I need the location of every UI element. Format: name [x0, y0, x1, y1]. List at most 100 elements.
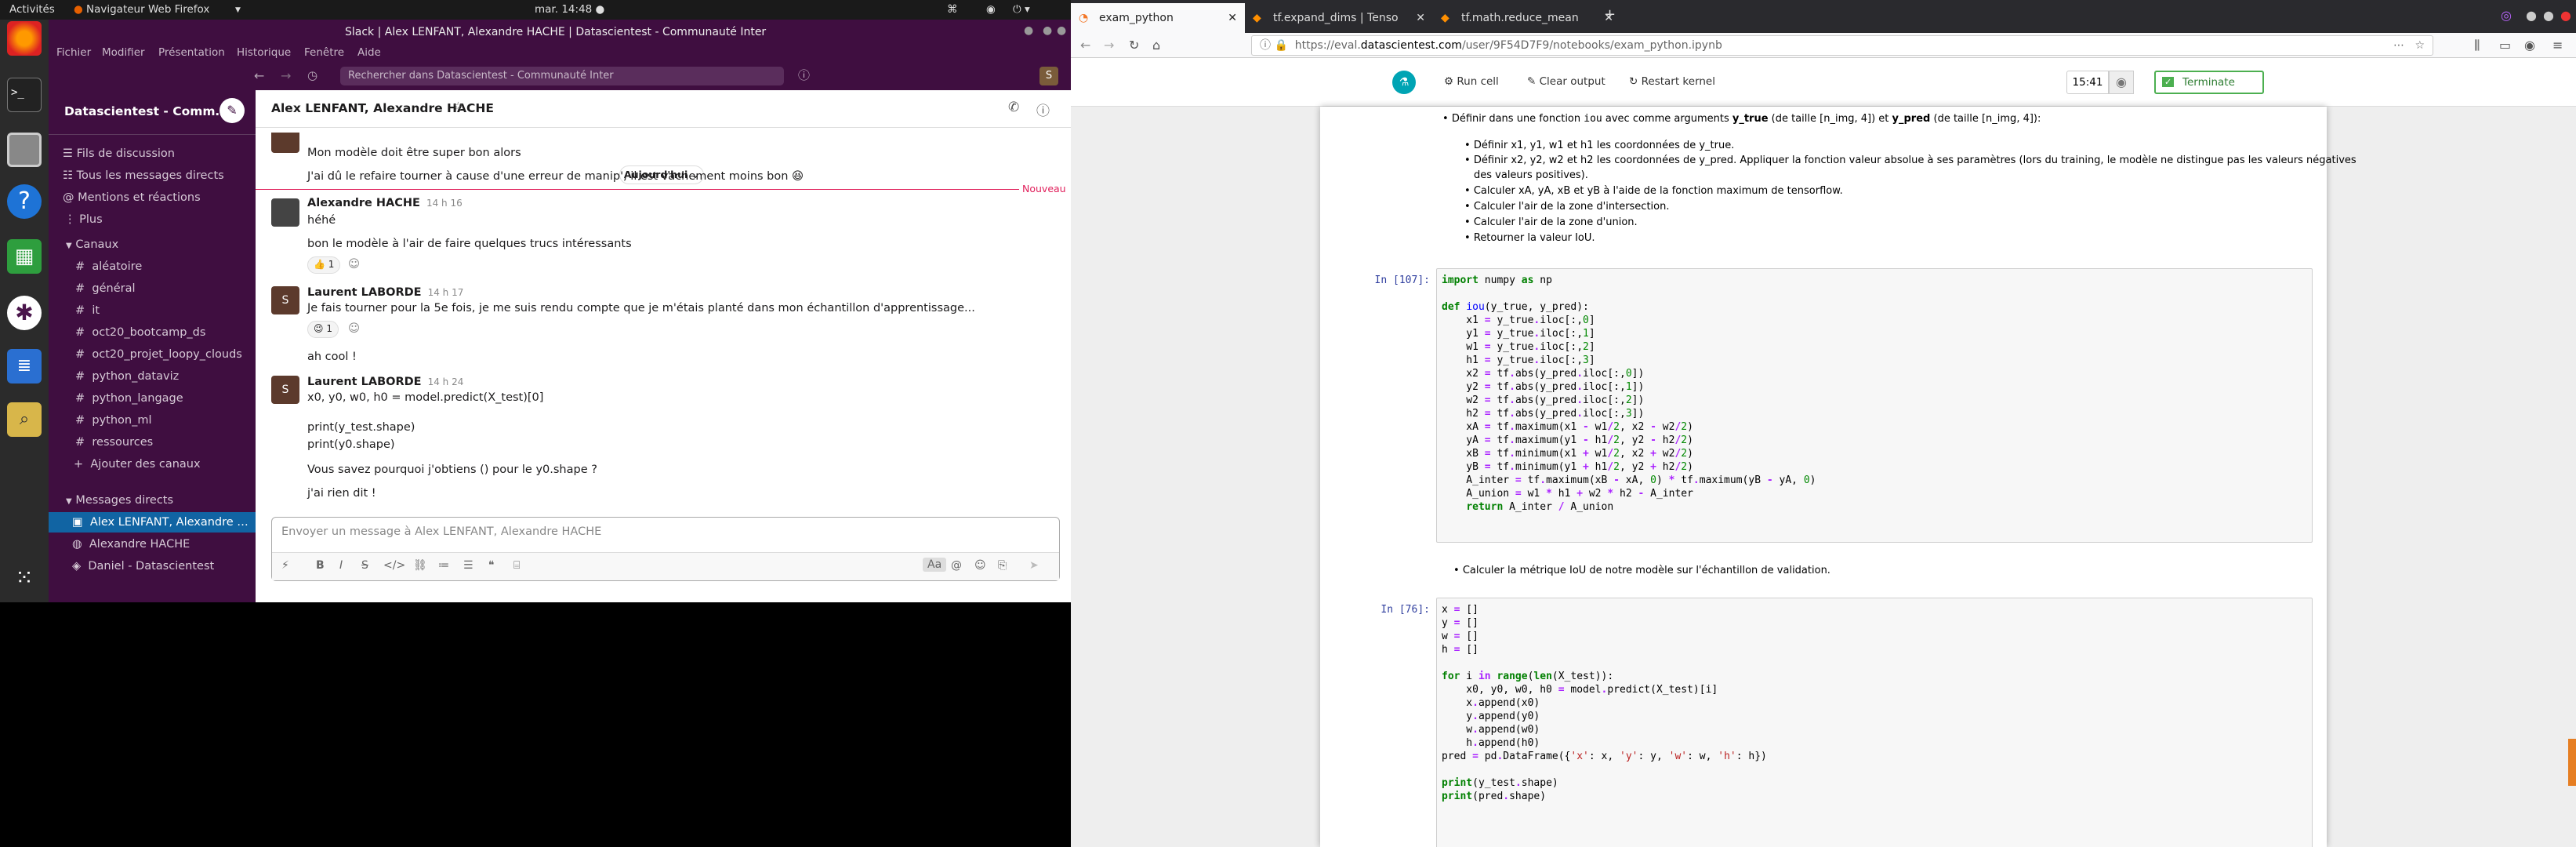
- avatar[interactable]: S: [271, 286, 299, 314]
- code-cell[interactable]: import numpy as np def iou(y_true, y_pre…: [1436, 268, 2313, 543]
- avatar[interactable]: [271, 133, 299, 153]
- star-icon[interactable]: ☆: [453, 100, 463, 113]
- message-time[interactable]: 14 h 17: [428, 287, 464, 298]
- dm-item-active[interactable]: ▣ Alex LENFANT, Alexandre …: [49, 512, 256, 533]
- compose-icon[interactable]: ✎: [220, 98, 245, 123]
- link-icon[interactable]: ⛓: [413, 559, 427, 572]
- reaction-pill[interactable]: 😉 1: [307, 321, 339, 338]
- emoji-icon[interactable]: ☺: [974, 559, 986, 572]
- app-menu[interactable]: Navigateur Web Firefox: [86, 3, 209, 16]
- bullet-list-icon[interactable]: ☰: [463, 559, 473, 572]
- activities-button[interactable]: Activités: [9, 3, 55, 16]
- reload-icon[interactable]: ↻: [1129, 38, 1139, 53]
- help-icon[interactable]: ⓘ: [798, 67, 810, 83]
- message-author[interactable]: Alexandre HACHE: [307, 197, 420, 209]
- channel-item[interactable]: # python_langage: [49, 388, 256, 409]
- format-toggle[interactable]: Aa: [923, 558, 947, 572]
- strike-icon[interactable]: S: [361, 559, 368, 572]
- channels-header[interactable]: ▼ Canaux: [49, 234, 256, 255]
- viewer-launcher-icon[interactable]: ⌕: [7, 402, 42, 437]
- url-bar[interactable]: ⓘ 🔒 https://eval.datascientest.com/user/…: [1251, 35, 2433, 56]
- maximize-icon[interactable]: ●: [2543, 8, 2554, 23]
- channel-item[interactable]: # python_ml: [49, 410, 256, 431]
- channel-item[interactable]: # général: [49, 278, 256, 299]
- menu-history[interactable]: Historique: [237, 46, 291, 59]
- new-tab-icon[interactable]: +: [1604, 6, 1616, 23]
- message-composer[interactable]: Envoyer un message à Alex LENFANT, Alexa…: [271, 517, 1060, 581]
- tab[interactable]: ◆ tf.expand_dims | Tenso ✕: [1245, 3, 1433, 33]
- search-input[interactable]: Rechercher dans Datascientest - Communau…: [340, 67, 784, 85]
- channel-item[interactable]: # it: [49, 300, 256, 321]
- menu-window[interactable]: Fenêtre: [304, 46, 344, 59]
- clock[interactable]: mar. 14:48 ●: [535, 3, 604, 16]
- minimize-icon[interactable]: ●: [2526, 8, 2537, 23]
- bold-icon[interactable]: B: [316, 559, 325, 572]
- terminate-button[interactable]: ✓ Terminate: [2154, 71, 2264, 94]
- shortcuts-icon[interactable]: ⚡: [281, 559, 289, 572]
- forward-icon[interactable]: →: [1104, 38, 1114, 53]
- close-icon[interactable]: ●: [1057, 24, 1066, 37]
- restart-kernel-button[interactable]: ↻ Restart kernel: [1629, 75, 1715, 88]
- minimize-icon[interactable]: ●: [1024, 24, 1033, 37]
- message-author[interactable]: Laurent LABORDE: [307, 376, 422, 388]
- menu-file[interactable]: Fichier: [56, 46, 91, 59]
- accessibility-icon[interactable]: ◉: [986, 3, 996, 16]
- scroll-indicator[interactable]: [2568, 739, 2576, 786]
- add-reaction-icon[interactable]: ☺: [348, 258, 360, 271]
- close-tab-icon[interactable]: ✕: [1228, 3, 1237, 33]
- slack-launcher-icon[interactable]: ✱: [7, 296, 42, 330]
- nav-all-dms[interactable]: ☷ Tous les messages directs: [49, 165, 256, 186]
- avatar[interactable]: S: [271, 376, 299, 404]
- back-icon[interactable]: ←: [1080, 38, 1090, 53]
- run-cell-button[interactable]: ⚙ Run cell: [1444, 75, 1499, 88]
- nav-threads[interactable]: ☰ Fils de discussion: [49, 144, 256, 164]
- dm-header[interactable]: ▼ Messages directs: [49, 490, 256, 511]
- tab[interactable]: ◆ tf.math.reduce_mean ✕: [1433, 3, 1621, 33]
- forward-icon[interactable]: →: [281, 68, 291, 83]
- writer-launcher-icon[interactable]: ≣: [7, 349, 42, 384]
- menu-view[interactable]: Présentation: [158, 46, 225, 59]
- back-icon[interactable]: ←: [254, 68, 264, 83]
- avatar[interactable]: [271, 198, 299, 227]
- user-avatar[interactable]: S: [1039, 67, 1058, 85]
- add-reaction-icon[interactable]: ☺: [348, 322, 360, 335]
- menu-icon[interactable]: ≡: [2552, 38, 2563, 53]
- home-icon[interactable]: ⌂: [1152, 38, 1160, 53]
- quote-icon[interactable]: ❝: [488, 559, 495, 572]
- tab-active[interactable]: ◔ exam_python ✕: [1071, 3, 1245, 33]
- message-time[interactable]: 14 h 16: [426, 198, 463, 209]
- attach-icon[interactable]: ⎘: [998, 559, 1007, 572]
- files-launcher-icon[interactable]: [7, 133, 42, 167]
- eye-icon[interactable]: ◉: [2109, 71, 2134, 94]
- library-icon[interactable]: ⫼: [2474, 38, 2480, 53]
- dm-item[interactable]: ◍ Alexandre HACHE: [49, 534, 256, 554]
- history-icon[interactable]: ◷: [307, 68, 317, 82]
- send-icon[interactable]: ➤: [1029, 559, 1039, 572]
- composer-input[interactable]: Envoyer un message à Alex LENFANT, Alexa…: [281, 525, 601, 538]
- message-time[interactable]: 14 h 24: [428, 376, 464, 387]
- spreadsheet-launcher-icon[interactable]: ▦: [7, 239, 42, 274]
- reaction-pill[interactable]: 👍 1: [307, 256, 341, 274]
- page-actions-icon[interactable]: ⋯: [2393, 36, 2404, 55]
- close-tab-icon[interactable]: ✕: [1416, 3, 1425, 33]
- workspace-name[interactable]: Datascientest - Comm… ⌄: [64, 104, 241, 118]
- channel-item[interactable]: # oct20_projet_loopy_clouds: [49, 344, 256, 365]
- account-icon[interactable]: ◉: [2524, 38, 2535, 53]
- maximize-icon[interactable]: ●: [1043, 24, 1052, 37]
- menu-help[interactable]: Aide: [357, 46, 381, 59]
- message-author[interactable]: Laurent LABORDE: [307, 286, 422, 299]
- phone-icon[interactable]: ✆: [1008, 100, 1019, 115]
- mention-icon[interactable]: @: [951, 559, 962, 572]
- app-grid-icon[interactable]: ⁙: [7, 561, 42, 595]
- channel-item[interactable]: # oct20_bootcamp_ds: [49, 322, 256, 343]
- terminal-launcher-icon[interactable]: >_: [7, 78, 42, 112]
- channel-item[interactable]: # python_dataviz: [49, 366, 256, 387]
- clear-output-button[interactable]: ✎ Clear output: [1527, 75, 1605, 88]
- close-icon[interactable]: ●: [2560, 8, 2571, 23]
- firefox-launcher-icon[interactable]: [7, 21, 42, 56]
- network-icon[interactable]: ⌘: [947, 3, 958, 16]
- code-cell[interactable]: x = [] y = [] w = [] h = [] for i in ran…: [1436, 598, 2313, 847]
- channel-item[interactable]: # ressources: [49, 432, 256, 453]
- info-icon[interactable]: ⓘ: [1036, 100, 1050, 119]
- nav-mentions[interactable]: @ Mentions et réactions: [49, 187, 256, 208]
